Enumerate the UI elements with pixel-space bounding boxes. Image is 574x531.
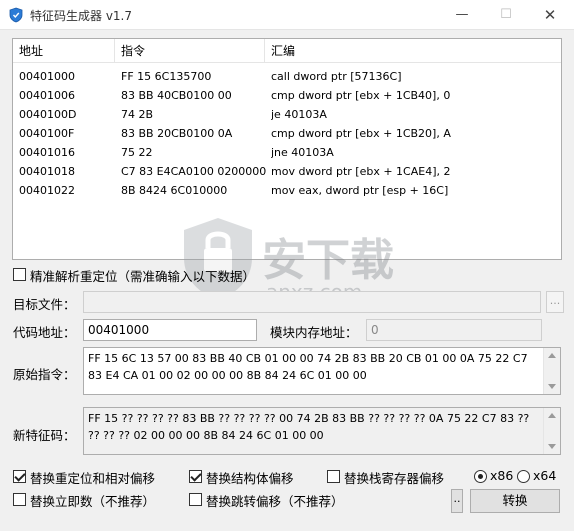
row-assembly: cmp dword ptr [ebx + 1CB20], A xyxy=(271,127,451,140)
column-header-address[interactable]: 地址 xyxy=(13,39,115,63)
table-row[interactable]: 0040100D 74 2B je 40103A xyxy=(13,105,561,124)
target-file-input[interactable] xyxy=(83,291,541,313)
row-instruction: C7 83 E4CA0100 02000000 xyxy=(121,165,267,178)
code-address-input[interactable] xyxy=(83,319,257,341)
scroll-down-icon[interactable] xyxy=(548,444,556,449)
replace-jump-offset-checkbox[interactable] xyxy=(189,493,202,506)
row-instruction: 75 22 xyxy=(121,146,153,159)
x86-radio[interactable] xyxy=(474,470,487,483)
replace-immediate-label: 替换立即数（不推荐） xyxy=(30,494,156,509)
maximize-button[interactable]: ☐ xyxy=(484,0,528,30)
x86-label: x86 xyxy=(490,468,514,483)
replace-stack-offset-checkbox[interactable] xyxy=(327,470,340,483)
target-file-label: 目标文件： xyxy=(13,297,76,312)
original-code-scrollbar[interactable] xyxy=(543,348,560,394)
replace-jump-offset-label: 替换跳转偏移（不推荐） xyxy=(206,494,344,509)
app-shield-icon xyxy=(9,7,23,23)
code-address-label: 代码地址： xyxy=(13,325,76,340)
row-address: 00401006 xyxy=(19,89,75,102)
row-assembly: mov dword ptr [ebx + 1CAE4], 2 xyxy=(271,165,451,178)
table-row[interactable]: 00401016 75 22 jne 40103A xyxy=(13,143,561,162)
row-address: 00401018 xyxy=(19,165,75,178)
original-code-textbox[interactable]: FF 15 6C 13 57 00 83 BB 40 CB 01 00 00 7… xyxy=(83,347,561,395)
row-address: 00401016 xyxy=(19,146,75,159)
replace-struct-offset-checkbox[interactable] xyxy=(189,470,202,483)
original-code-label: 原始指令： xyxy=(13,367,76,382)
module-base-input[interactable] xyxy=(366,319,542,341)
list-header: 地址 指令 汇编 xyxy=(13,39,561,63)
row-address: 0040100F xyxy=(19,127,75,140)
title-bar: 特征码生成器 v1.7 — ☐ ✕ xyxy=(0,0,574,30)
minimize-button[interactable]: — xyxy=(440,0,484,30)
row-assembly: jne 40103A xyxy=(271,146,334,159)
precise-relocation-label: 精准解析重定位（需准确输入以下数据） xyxy=(30,269,256,284)
x64-label: x64 xyxy=(533,468,557,483)
table-row[interactable]: 00401018 C7 83 E4CA0100 02000000 mov dwo… xyxy=(13,162,561,181)
table-row[interactable]: 00401022 8B 8424 6C010000 mov eax, dword… xyxy=(13,181,561,200)
row-instruction: FF 15 6C135700 xyxy=(121,70,212,83)
table-row[interactable]: 00401006 83 BB 40CB0100 00 cmp dword ptr… xyxy=(13,86,561,105)
row-instruction: 74 2B xyxy=(121,108,154,121)
scroll-up-icon[interactable] xyxy=(548,413,556,418)
new-signature-label: 新特征码： xyxy=(13,428,76,443)
row-instruction: 83 BB 40CB0100 00 xyxy=(121,89,232,102)
original-code-text: FF 15 6C 13 57 00 83 BB 40 CB 01 00 00 7… xyxy=(88,352,528,382)
x64-radio[interactable] xyxy=(517,470,530,483)
precise-relocation-checkbox[interactable] xyxy=(13,268,26,281)
new-signature-scrollbar[interactable] xyxy=(543,408,560,454)
row-assembly: cmp dword ptr [ebx + 1CB40], 0 xyxy=(271,89,451,102)
convert-button[interactable]: 转换 xyxy=(470,489,560,513)
browse-file-button[interactable]: ... xyxy=(546,291,564,313)
watermark-text: 安下载 xyxy=(262,235,394,286)
scroll-up-icon[interactable] xyxy=(548,353,556,358)
replace-immediate-checkbox[interactable] xyxy=(13,493,26,506)
replace-relocation-checkbox[interactable] xyxy=(13,470,26,483)
new-signature-text: FF 15 ?? ?? ?? ?? 83 BB ?? ?? ?? ?? 00 7… xyxy=(88,412,530,442)
replace-stack-offset-label: 替换栈寄存器偏移 xyxy=(344,471,445,486)
row-address: 00401000 xyxy=(19,70,75,83)
table-row[interactable]: 00401000 FF 15 6C135700 call dword ptr [… xyxy=(13,67,561,86)
replace-relocation-label: 替换重定位和相对偏移 xyxy=(30,471,156,486)
new-signature-textbox[interactable]: FF 15 ?? ?? ?? ?? 83 BB ?? ?? ?? ?? 00 7… xyxy=(83,407,561,455)
module-base-label: 模块内存地址： xyxy=(270,325,358,340)
column-header-assembly[interactable]: 汇编 xyxy=(265,39,561,63)
column-header-instruction[interactable]: 指令 xyxy=(115,39,265,63)
window-title: 特征码生成器 v1.7 xyxy=(30,9,133,23)
row-address: 00401022 xyxy=(19,184,75,197)
replace-struct-offset-label: 替换结构体偏移 xyxy=(206,471,294,486)
close-button[interactable]: ✕ xyxy=(528,0,572,30)
scroll-down-icon[interactable] xyxy=(548,384,556,389)
row-assembly: mov eax, dword ptr [esp + 16C] xyxy=(271,184,449,197)
row-instruction: 8B 8424 6C010000 xyxy=(121,184,228,197)
more-options-button[interactable]: .. xyxy=(451,489,463,513)
table-row[interactable]: 0040100F 83 BB 20CB0100 0A cmp dword ptr… xyxy=(13,124,561,143)
row-address: 0040100D xyxy=(19,108,77,121)
row-assembly: je 40103A xyxy=(271,108,327,121)
row-assembly: call dword ptr [57136C] xyxy=(271,70,402,83)
row-instruction: 83 BB 20CB0100 0A xyxy=(121,127,233,140)
